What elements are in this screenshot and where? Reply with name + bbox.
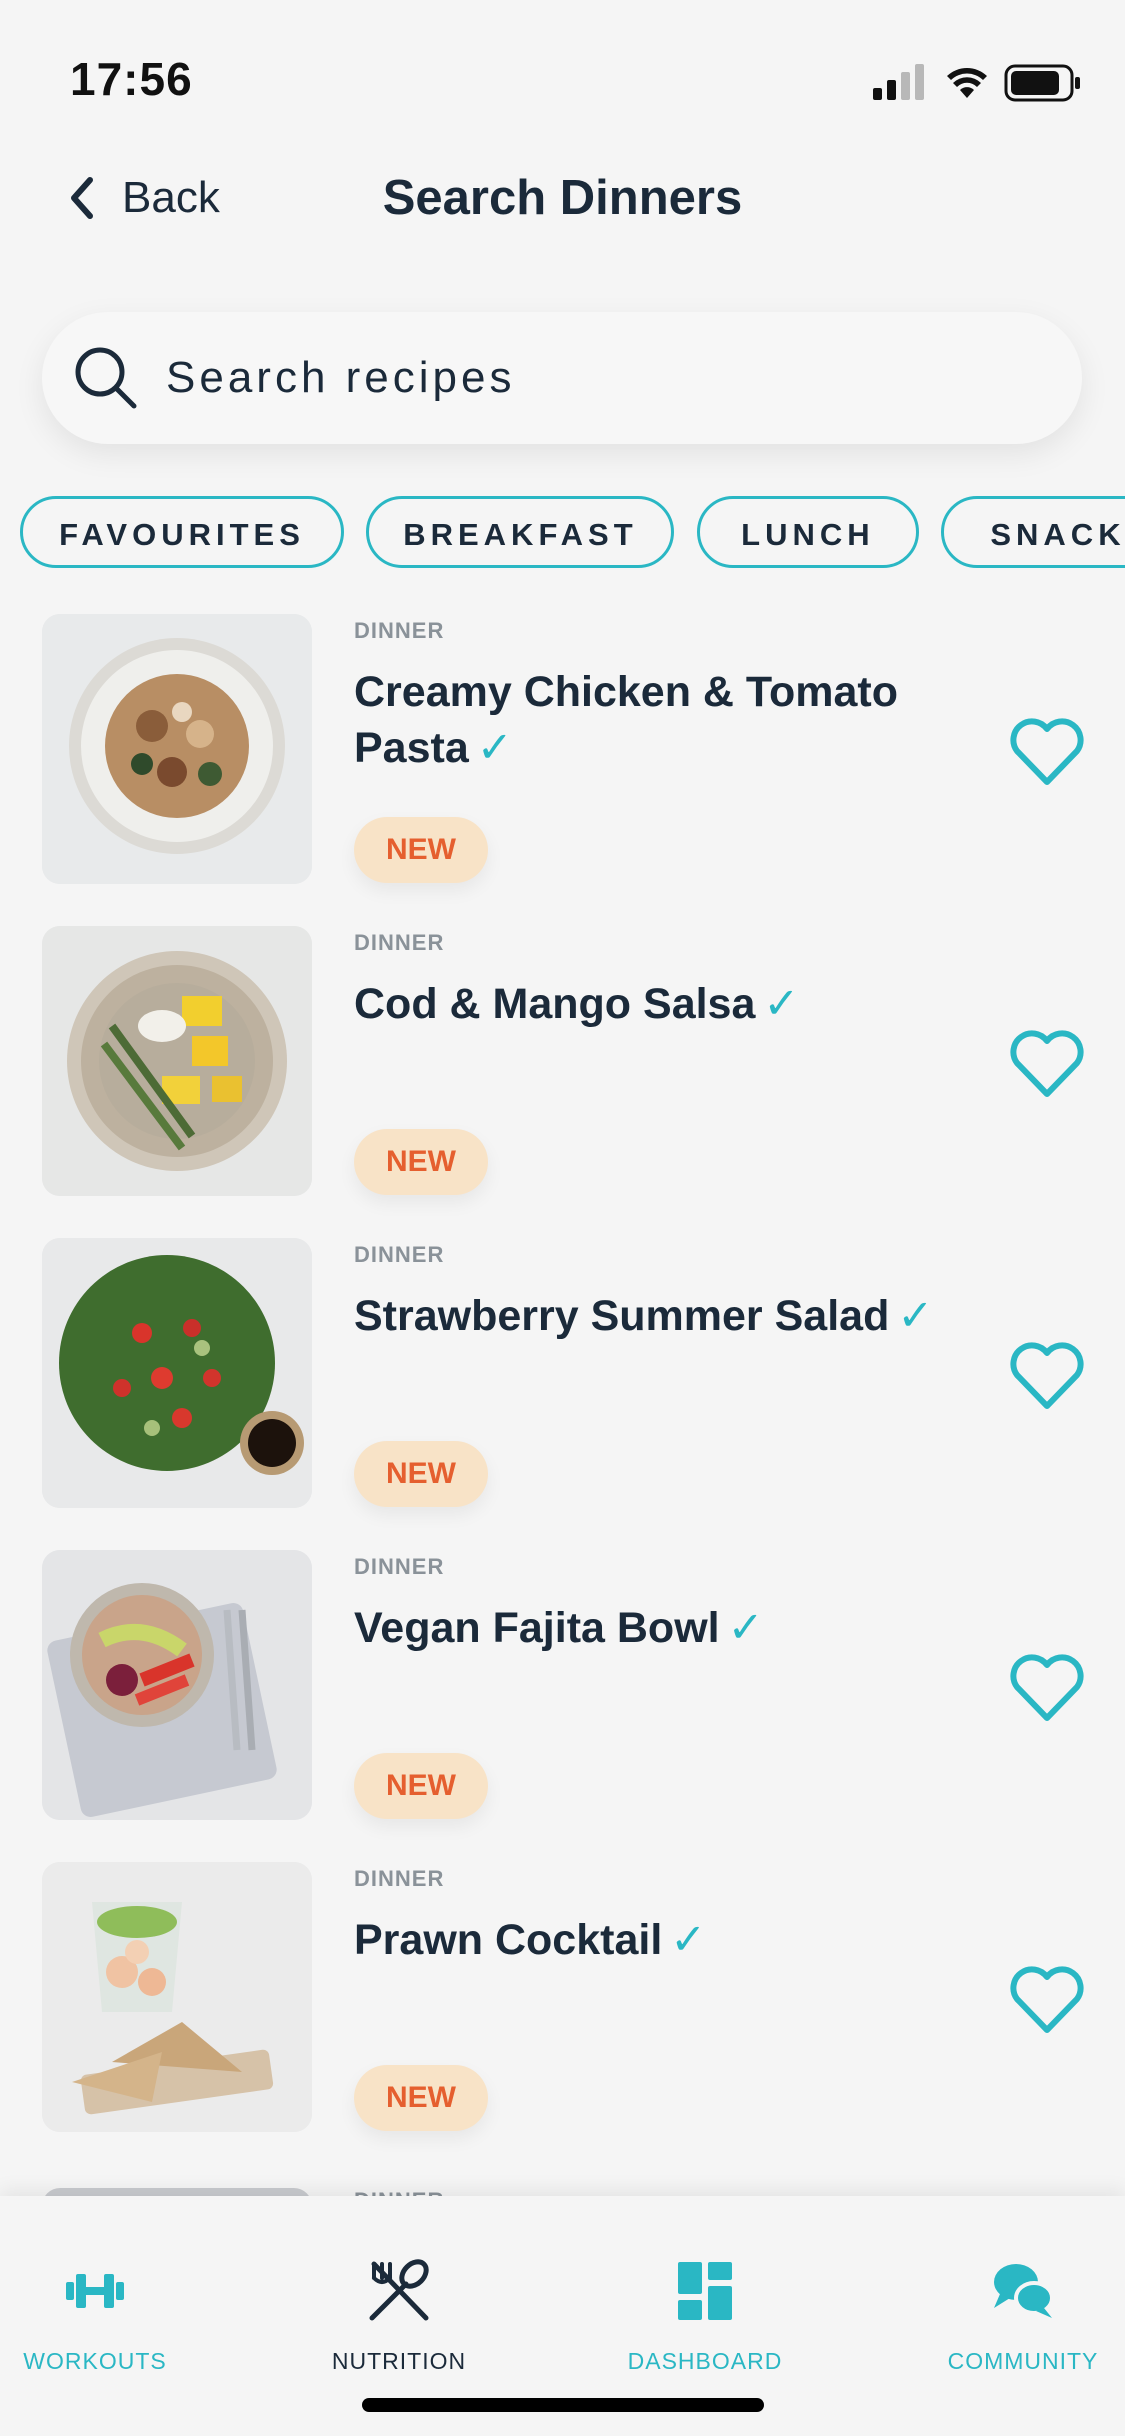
recipe-image	[42, 1238, 312, 1508]
check-icon: ✓	[670, 1916, 707, 1964]
heart-icon[interactable]	[1008, 1340, 1086, 1412]
recipe-image	[42, 614, 312, 884]
recipe-title: Creamy Chicken & Tomato Pasta ✓	[354, 668, 899, 772]
dumbbell-icon	[66, 2274, 124, 2308]
recipe-row[interactable]: DINNER Vegan Fajita Bowl ✓ NEW	[0, 1550, 1125, 1862]
heart-icon[interactable]	[1008, 1652, 1086, 1724]
recipe-image	[42, 926, 312, 1196]
tab-label: COMMUNITY	[947, 2348, 1099, 2374]
signal-icon	[873, 64, 924, 100]
tab-label: NUTRITION	[331, 2348, 467, 2374]
status-icons	[873, 64, 1080, 102]
chip-favourites[interactable]: FAVOURITES	[20, 496, 344, 568]
chip-lunch[interactable]: LUNCH	[696, 496, 919, 568]
search-input[interactable]	[164, 352, 968, 404]
recipe-list: DINNER Creamy Chicken & Tomato Pasta ✓ NE…	[0, 614, 1125, 2214]
check-icon: ✓	[727, 1604, 764, 1652]
search-icon	[75, 347, 137, 409]
new-badge: NEW	[354, 1441, 488, 1507]
new-badge: NEW	[354, 1753, 488, 1819]
new-badge: NEW	[354, 1129, 488, 1195]
tab-dashboard[interactable]: DASHBOARD	[580, 2256, 830, 2375]
chip-breakfast[interactable]: BREAKFAST	[366, 496, 675, 568]
tab-nutrition[interactable]: NUTRITION	[274, 2256, 524, 2375]
recipe-row[interactable]: DINNER Prawn Cocktail ✓ NEW	[0, 1862, 1125, 2174]
check-icon: ✓	[763, 980, 800, 1028]
recipe-category: DINNER	[354, 1866, 445, 1891]
battery-icon	[1004, 64, 1080, 102]
recipe-row[interactable]: DINNER Creamy Chicken & Tomato Pasta ✓ NE…	[0, 614, 1125, 926]
home-indicator	[362, 2398, 764, 2412]
check-icon: ✓	[897, 1292, 934, 1340]
recipe-row[interactable]: DINNER Cod & Mango Salsa ✓ NEW	[0, 926, 1125, 1238]
fork-spoon-icon	[369, 2259, 429, 2321]
wifi-icon	[947, 68, 987, 98]
recipe-category: DINNER	[354, 1242, 445, 1267]
heart-icon[interactable]	[1008, 1964, 1086, 2036]
tab-community[interactable]: COMMUNITY	[898, 2256, 1125, 2375]
recipe-image	[42, 1862, 312, 2132]
recipe-category: DINNER	[354, 930, 445, 955]
new-badge: NEW	[354, 2065, 488, 2131]
chip-snack[interactable]: SNACK	[941, 496, 1125, 568]
status-time: 17:56	[70, 53, 193, 105]
recipe-title: Prawn Cocktail ✓	[354, 1916, 707, 1964]
chat-bubbles-icon	[994, 2264, 1054, 2318]
recipe-image	[42, 1550, 312, 1820]
dashboard-grid-icon	[678, 2262, 732, 2320]
recipe-title: Cod & Mango Salsa ✓	[354, 980, 800, 1028]
page-title: Search Dinners	[382, 171, 743, 225]
recipe-title: Vegan Fajita Bowl ✓	[354, 1604, 764, 1652]
recipe-title: Strawberry Summer Salad ✓	[354, 1292, 934, 1340]
filter-chips: FAVOURITES BREAKFAST LUNCH SNACK	[20, 496, 1125, 574]
search-bar[interactable]	[42, 312, 1082, 444]
tab-label: WORKOUTS	[23, 2348, 167, 2374]
recipe-row[interactable]: DINNER Strawberry Summer Salad ✓ NEW	[0, 1238, 1125, 1550]
recipe-category: DINNER	[354, 618, 445, 643]
check-icon: ✓	[476, 724, 513, 772]
tab-workouts[interactable]: WORKOUTS	[0, 2256, 220, 2375]
heart-icon[interactable]	[1008, 1028, 1086, 1100]
recipe-category: DINNER	[354, 1554, 445, 1579]
tab-label: DASHBOARD	[627, 2348, 783, 2374]
heart-icon[interactable]	[1008, 716, 1086, 788]
new-badge: NEW	[354, 817, 488, 883]
